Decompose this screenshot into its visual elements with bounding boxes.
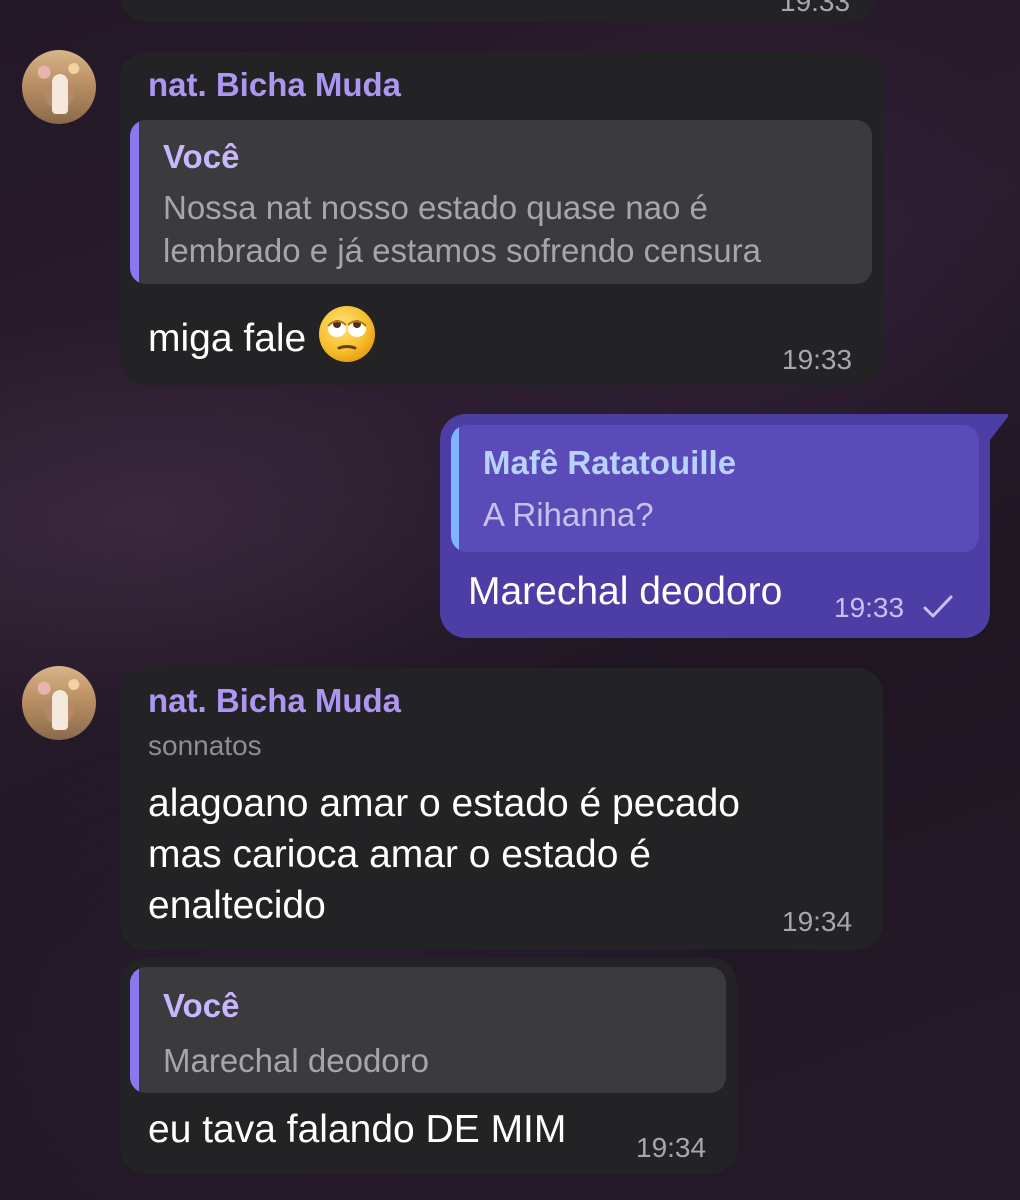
message-time: 19:33 <box>782 344 853 375</box>
message-text-row: miga fale <box>148 304 377 377</box>
sent-check-icon <box>923 595 953 618</box>
message-time: 19:33 <box>834 592 905 623</box>
avatar[interactable] <box>22 666 96 740</box>
message-text: Marechal deodoro <box>468 570 783 613</box>
sender-subline: sonnatos <box>148 730 262 761</box>
reply-quote-name: Você <box>163 987 240 1024</box>
message-time: 19:33 <box>780 0 851 17</box>
reply-quote-bar <box>130 120 139 284</box>
message-bubble[interactable]: Você Marechal deodoro eu tava falando DE… <box>120 958 737 1174</box>
reply-quote-name: Você <box>163 138 240 175</box>
reply-quote-text: A Rihanna? <box>483 496 654 533</box>
sender-name[interactable]: nat. Bicha Muda <box>148 66 401 104</box>
reply-quote-text-line: lembrado e já estamos sofrendo censura <box>163 232 761 269</box>
message-text: eu tava falando DE MIM <box>148 1108 567 1151</box>
message-text: miga fale <box>148 316 307 360</box>
reply-quote[interactable]: Você Nossa nat nosso estado quase nao é … <box>130 120 872 284</box>
reply-quote-text-line: Nossa nat nosso estado quase nao é <box>163 189 708 226</box>
message-text-line: alagoano amar o estado é pecado <box>148 782 740 825</box>
reply-quote-bar <box>451 425 459 552</box>
reply-quote-name: Mafê Ratatouille <box>483 444 737 481</box>
message-bubble-partial[interactable]: 19:33 <box>120 0 875 22</box>
reply-quote[interactable]: Mafê Ratatouille A Rihanna? <box>451 425 979 552</box>
avatar[interactable] <box>22 50 96 124</box>
message-time: 19:34 <box>636 1132 707 1163</box>
message-bubble-outgoing[interactable]: Mafê Ratatouille A Rihanna? Marechal deo… <box>440 414 990 638</box>
face-with-rolling-eyes-icon <box>317 304 377 377</box>
message-bubble[interactable]: nat. Bicha Muda sonnatos alagoano amar o… <box>120 668 883 950</box>
avatar-figure <box>52 74 68 114</box>
reply-quote[interactable]: Você Marechal deodoro <box>130 967 726 1093</box>
reply-quote-text: Marechal deodoro <box>163 1042 429 1079</box>
message-text-line: mas carioca amar o estado é <box>148 833 651 876</box>
reply-quote-bar <box>130 967 139 1093</box>
message-bubble[interactable]: nat. Bicha Muda Você Nossa nat nosso est… <box>120 52 883 385</box>
bubble-tail <box>980 414 1009 440</box>
sender-name[interactable]: nat. Bicha Muda <box>148 682 401 720</box>
avatar-figure <box>52 690 68 730</box>
message-time: 19:34 <box>782 906 853 937</box>
message-text-line: enaltecido <box>148 884 326 927</box>
